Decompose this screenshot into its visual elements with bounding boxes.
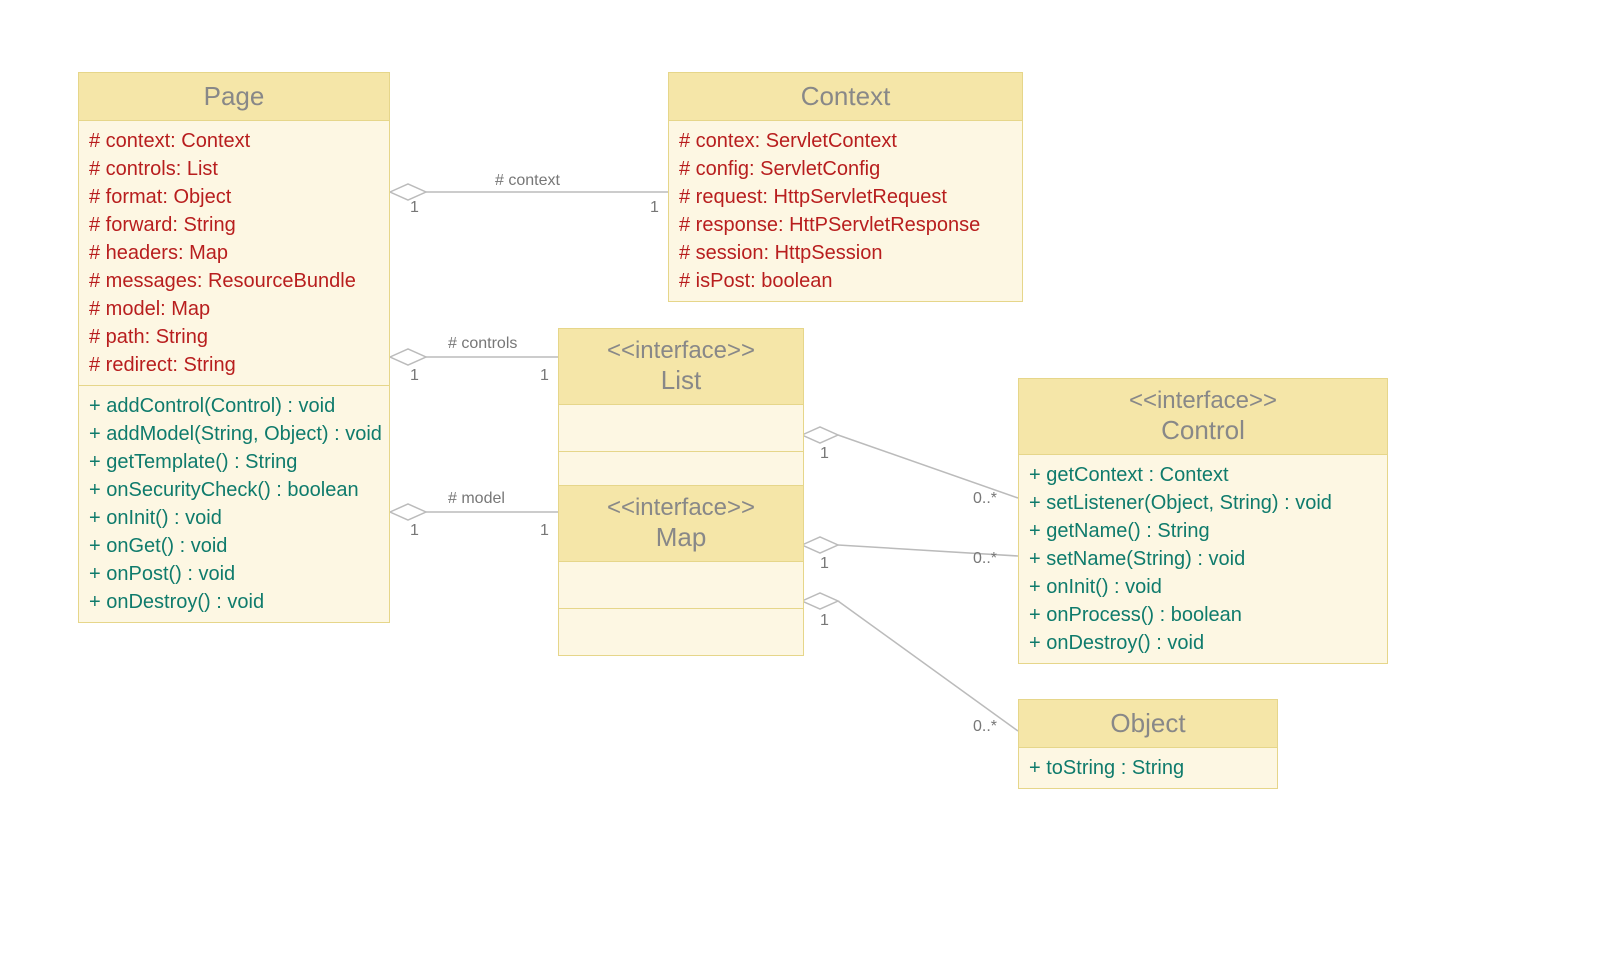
attr: # response: HttPServletResponse — [679, 211, 1012, 239]
op: + onSecurityCheck() : boolean — [89, 476, 379, 504]
op: + onPost() : void — [89, 560, 379, 588]
attr: # redirect: String — [89, 351, 379, 379]
class-list: <<interface>> List — [558, 328, 804, 499]
op: + toString : String — [1029, 754, 1267, 782]
class-control-title: <<interface>> Control — [1019, 379, 1387, 455]
op: + onInit() : void — [89, 504, 379, 532]
label-model-role: # model — [448, 490, 505, 508]
mult-list-control-src: 1 — [820, 445, 829, 463]
diamond-list-control — [802, 427, 838, 443]
attr: # request: HttpServletRequest — [679, 183, 1012, 211]
class-object-operations: + toString : String — [1019, 748, 1277, 788]
attr: # config: ServletConfig — [679, 155, 1012, 183]
attr: # controls: List — [89, 155, 379, 183]
op: + setName(String) : void — [1029, 545, 1377, 573]
class-map-attributes — [559, 562, 803, 609]
label-controls-role: # controls — [448, 335, 517, 353]
class-page: Page # context: Context # controls: List… — [78, 72, 390, 623]
mult-page-context-dst: 1 — [650, 199, 659, 217]
op: + getTemplate() : String — [89, 448, 379, 476]
mult-page-list-src: 1 — [410, 367, 419, 385]
edge-list-control — [838, 435, 1018, 498]
diamond-map-control — [802, 537, 838, 553]
attr: # model: Map — [89, 295, 379, 323]
mult-map-control-src: 1 — [820, 555, 829, 573]
op: + onInit() : void — [1029, 573, 1377, 601]
stereotype: <<interface>> — [565, 337, 797, 365]
attr: # messages: ResourceBundle — [89, 267, 379, 295]
class-list-attributes — [559, 405, 803, 452]
mult-page-list-dst: 1 — [540, 367, 549, 385]
op: + setListener(Object, String) : void — [1029, 489, 1377, 517]
class-map-title: <<interface>> Map — [559, 486, 803, 562]
diamond-page-list — [390, 349, 426, 365]
label-context-role: # context — [495, 172, 560, 190]
op: + onDestroy() : void — [89, 588, 379, 616]
attr: # headers: Map — [89, 239, 379, 267]
edge-map-object — [838, 601, 1018, 731]
op: + onDestroy() : void — [1029, 629, 1377, 657]
op: + getContext : Context — [1029, 461, 1377, 489]
attr: # path: String — [89, 323, 379, 351]
class-page-title: Page — [79, 73, 389, 121]
op: + onProcess() : boolean — [1029, 601, 1377, 629]
op: + getName() : String — [1029, 517, 1377, 545]
class-context-attributes: # contex: ServletContext # config: Servl… — [669, 121, 1022, 301]
class-object: Object + toString : String — [1018, 699, 1278, 789]
class-context: Context # contex: ServletContext # confi… — [668, 72, 1023, 302]
mult-list-control-dst: 0..* — [973, 490, 997, 508]
mult-page-map-dst: 1 — [540, 522, 549, 540]
class-map-operations — [559, 609, 803, 655]
stereotype: <<interface>> — [565, 494, 797, 522]
class-object-title: Object — [1019, 700, 1277, 748]
attr: # format: Object — [89, 183, 379, 211]
attr: # context: Context — [89, 127, 379, 155]
attr: # forward: String — [89, 211, 379, 239]
class-list-title: <<interface>> List — [559, 329, 803, 405]
mult-map-object-dst: 0..* — [973, 718, 997, 736]
class-control: <<interface>> Control + getContext : Con… — [1018, 378, 1388, 664]
mult-page-map-src: 1 — [410, 522, 419, 540]
attr: # session: HttpSession — [679, 239, 1012, 267]
diamond-map-object — [802, 593, 838, 609]
class-context-title: Context — [669, 73, 1022, 121]
attr: # isPost: boolean — [679, 267, 1012, 295]
class-page-operations: + addControl(Control) : void + addModel(… — [79, 386, 389, 622]
mult-page-context-src: 1 — [410, 199, 419, 217]
class-map: <<interface>> Map — [558, 485, 804, 656]
title-text: Map — [656, 522, 707, 552]
diamond-page-context — [390, 184, 426, 200]
class-page-attributes: # context: Context # controls: List # fo… — [79, 121, 389, 386]
op: + addControl(Control) : void — [89, 392, 379, 420]
op: + onGet() : void — [89, 532, 379, 560]
class-control-operations: + getContext : Context + setListener(Obj… — [1019, 455, 1387, 663]
title-text: Control — [1161, 415, 1245, 445]
diamond-page-map — [390, 504, 426, 520]
title-text: List — [661, 365, 701, 395]
stereotype: <<interface>> — [1025, 387, 1381, 415]
mult-map-control-dst: 0..* — [973, 550, 997, 568]
op: + addModel(String, Object) : void — [89, 420, 379, 448]
attr: # contex: ServletContext — [679, 127, 1012, 155]
mult-map-object-src: 1 — [820, 612, 829, 630]
